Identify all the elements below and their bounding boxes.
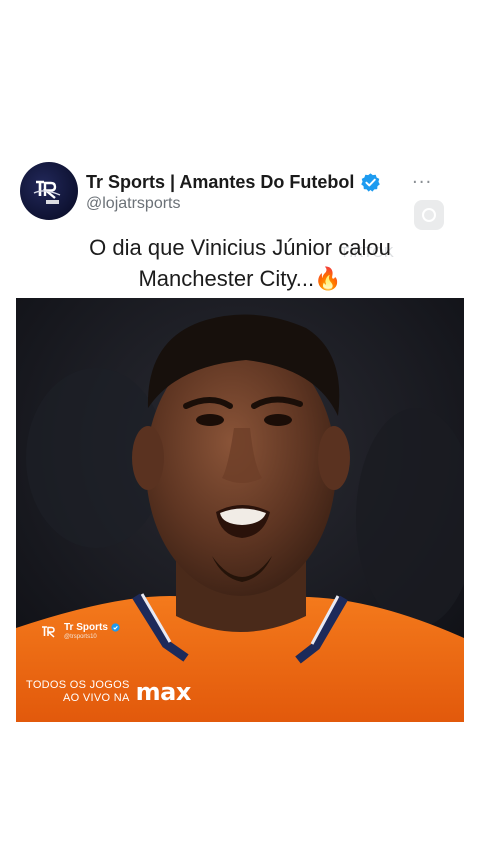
tr-sports-logo-icon — [33, 180, 61, 204]
faint-app-icon — [414, 200, 444, 230]
promo-line-1: TODOS OS JOGOS — [26, 679, 130, 691]
post-caption: O dia que Vinicius Júnior calou Manchest… — [20, 232, 460, 294]
video-player[interactable]: Tr Sports @trsports10 TODOS OS JOGOS AO … — [16, 298, 464, 722]
avatar[interactable] — [20, 162, 78, 220]
post-page: Tr Sports | Amantes Do Futebol @lojatrsp… — [0, 0, 480, 854]
more-options-icon[interactable]: ··· — [412, 172, 432, 193]
caption-line-1: O dia que Vinicius Júnior calou — [89, 235, 391, 260]
author-block: Tr Sports | Amantes Do Futebol @lojatrsp… — [86, 170, 381, 213]
caption-line-2: Manchester City...🔥 — [138, 266, 342, 291]
watermark-text: Tr Sports @trsports10 — [64, 622, 120, 641]
tr-sports-logo-icon — [42, 625, 55, 638]
watermark-name: Tr Sports — [64, 622, 120, 633]
video-watermark: Tr Sports @trsports10 — [40, 622, 120, 641]
video-frame-player-closeup — [16, 298, 464, 722]
promo-line-2: AO VIVO NA — [63, 692, 130, 704]
watermark-name-text: Tr Sports — [64, 622, 108, 633]
author-handle[interactable]: @lojatrsports — [86, 195, 381, 213]
verified-badge-icon — [111, 623, 120, 632]
watermark-handle: @trsports10 — [64, 634, 97, 640]
author-name[interactable]: Tr Sports | Amantes Do Futebol — [86, 172, 354, 193]
promo-text: TODOS OS JOGOS AO VIVO NA — [26, 679, 130, 705]
verified-badge-icon — [361, 172, 381, 192]
max-brand-logo: max — [135, 678, 192, 706]
post-header: Tr Sports | Amantes Do Futebol @lojatrsp… — [20, 160, 460, 222]
author-name-row: Tr Sports | Amantes Do Futebol — [86, 170, 381, 194]
broadcast-promo: TODOS OS JOGOS AO VIVO NA max — [26, 678, 191, 706]
